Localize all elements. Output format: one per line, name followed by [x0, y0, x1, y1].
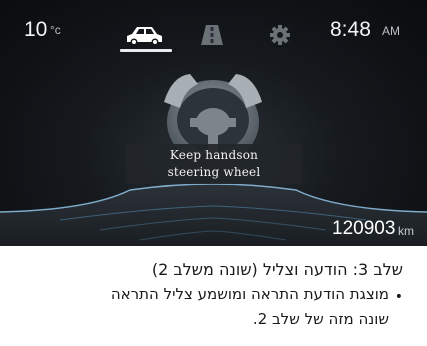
temperature-unit: °c [50, 23, 61, 37]
bullet-marker: • [394, 289, 403, 305]
clock-ampm: AM [382, 24, 400, 38]
bullet-text-line-2: שונה מזה של שלב 2. [252, 310, 389, 328]
odometer-value: 120903 [332, 218, 396, 239]
status-bar: 10 °c 8:48 AM [0, 0, 427, 56]
clock-time: 8:48 [330, 18, 371, 41]
hands-on-steering-wheel-icon [164, 74, 262, 154]
instrument-cluster-display: 10 °c 8:48 AM Keep handson steering whee… [0, 0, 427, 246]
outside-temperature: 10 [24, 18, 48, 41]
warning-text-line-2: steering wheel [167, 165, 261, 179]
tab-settings[interactable] [254, 14, 306, 52]
gear-icon [270, 25, 290, 45]
lane-icon [201, 25, 223, 45]
warning-message-box: Keep handson steering wheel [126, 144, 302, 184]
warning-text-line-1: Keep handson [169, 148, 259, 162]
tab-lane-assist[interactable] [186, 14, 238, 52]
active-tab-indicator [120, 49, 172, 52]
caption-title: שלב 3: הודעה וצליל (שונה משלב 2) [151, 260, 403, 279]
odometer-unit: km [398, 224, 414, 238]
car-icon [127, 27, 162, 46]
tab-vehicle[interactable] [118, 14, 170, 52]
bullet-text-line-1: מוצגת הודעת התראה ומושמע צליל התראה [110, 285, 389, 303]
